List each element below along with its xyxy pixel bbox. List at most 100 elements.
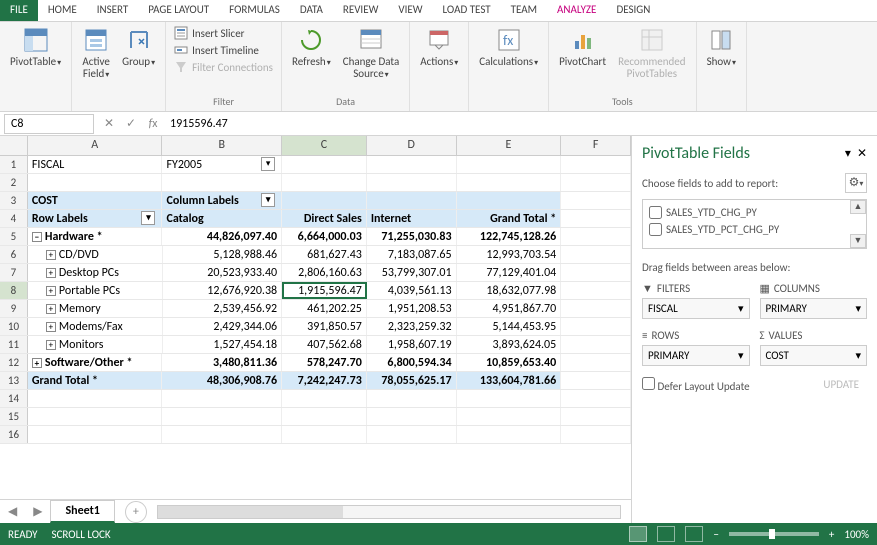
row-header[interactable]: 15 (0, 408, 28, 425)
refresh-button[interactable]: Refresh▾ (286, 24, 337, 71)
cell[interactable]: Grand Total * (28, 372, 163, 389)
columns-area-item[interactable]: PRIMARY▾ (760, 298, 868, 319)
new-sheet-button[interactable]: + (125, 501, 147, 523)
cell[interactable]: +Software/Other * (28, 354, 163, 371)
enter-formula-icon[interactable]: ✓ (120, 116, 142, 131)
sheet-nav-prev-icon[interactable]: ◀ (0, 504, 25, 519)
insert-timeline-button[interactable]: Insert Timeline (174, 43, 273, 57)
scroll-thumb[interactable] (158, 506, 343, 518)
field-checkbox[interactable] (649, 206, 662, 219)
active-field-button[interactable]: Active Field▾ (76, 24, 116, 83)
cell[interactable]: Column Labels ▾ (162, 192, 282, 209)
cell[interactable]: FY2005 ▾ (162, 156, 282, 173)
horizontal-scrollbar[interactable] (157, 505, 621, 519)
actions-button[interactable]: Actions▾ (414, 24, 464, 71)
row-header[interactable]: 9 (0, 300, 28, 317)
column-labels-dropdown-icon[interactable]: ▾ (261, 193, 275, 207)
cancel-formula-icon[interactable]: ✕ (98, 116, 120, 131)
filter-dropdown-icon[interactable]: ▾ (261, 157, 275, 171)
field-item[interactable]: SALES_YTD_CHG_PY (649, 204, 860, 221)
select-all-corner[interactable] (0, 136, 28, 155)
settings-gear-icon[interactable]: ⚙▾ (845, 173, 867, 193)
sheet-nav-next-icon[interactable]: ▶ (25, 504, 50, 519)
pivottable-button[interactable]: PivotTable▾ (4, 24, 67, 71)
expand-icon[interactable]: + (46, 340, 56, 350)
cell[interactable]: +CD/DVD (28, 246, 163, 263)
page-break-view-button[interactable] (685, 526, 703, 542)
row-header[interactable]: 6 (0, 246, 28, 263)
field-checkbox[interactable] (649, 223, 662, 236)
normal-view-button[interactable] (629, 526, 647, 542)
panel-close-icon[interactable]: ✕ (857, 146, 867, 161)
cell[interactable] (457, 156, 562, 173)
pivotchart-button[interactable]: PivotChart (553, 24, 612, 70)
row-header[interactable]: 14 (0, 390, 28, 407)
col-header-a[interactable]: A (28, 136, 163, 155)
tab-load-test[interactable]: LOAD TEST (433, 0, 501, 21)
row-labels-dropdown-icon[interactable]: ▾ (141, 211, 155, 225)
zoom-slider[interactable] (729, 532, 819, 536)
defer-layout-checkbox[interactable]: Defer Layout Update (642, 377, 750, 393)
zoom-out-button[interactable]: − (713, 528, 718, 541)
cell[interactable] (367, 156, 457, 173)
expand-icon[interactable]: + (46, 322, 56, 332)
row-header[interactable]: 8 (0, 282, 28, 299)
selected-cell[interactable]: 1,915,596.47 (282, 282, 367, 299)
col-header-b[interactable]: B (162, 136, 282, 155)
collapse-icon[interactable]: − (32, 232, 42, 242)
col-header-e[interactable]: E (457, 136, 562, 155)
rows-area-item[interactable]: PRIMARY▾ (642, 345, 750, 366)
cell[interactable]: +Memory (28, 300, 163, 317)
zoom-thumb[interactable] (769, 529, 775, 539)
tab-insert[interactable]: INSERT (87, 0, 139, 21)
tab-review[interactable]: REVIEW (333, 0, 389, 21)
tab-page-layout[interactable]: PAGE LAYOUT (138, 0, 219, 21)
insert-slicer-button[interactable]: Insert Slicer (174, 26, 273, 40)
values-area-item[interactable]: COST▾ (760, 345, 868, 366)
cell[interactable]: Catalog (162, 210, 282, 227)
calculations-button[interactable]: fx Calculations▾ (473, 24, 544, 71)
row-header[interactable]: 10 (0, 318, 28, 335)
tab-formulas[interactable]: FORMULAS (219, 0, 290, 21)
fx-icon[interactable]: fx (142, 117, 164, 131)
row-header[interactable]: 7 (0, 264, 28, 281)
row-header[interactable]: 13 (0, 372, 28, 389)
group-button[interactable]: Group▾ (116, 24, 161, 71)
cell[interactable]: −Hardware * (28, 228, 163, 245)
row-header[interactable]: 11 (0, 336, 28, 353)
cell[interactable] (561, 156, 631, 173)
cell[interactable] (282, 156, 367, 173)
tab-analyze[interactable]: ANALYZE (547, 0, 606, 21)
row-header[interactable]: 5 (0, 228, 28, 245)
cell[interactable]: Internet (367, 210, 457, 227)
cell[interactable]: +Portable PCs (28, 282, 163, 299)
expand-icon[interactable]: + (46, 250, 56, 260)
tab-file[interactable]: FILE (0, 0, 38, 21)
scroll-down-icon[interactable]: ▼ (850, 234, 866, 248)
tab-team[interactable]: TEAM (501, 0, 547, 21)
row-header[interactable]: 3 (0, 192, 28, 209)
cell[interactable]: +Monitors (28, 336, 163, 353)
cell[interactable]: +Modems/Fax (28, 318, 163, 335)
col-header-f[interactable]: F (561, 136, 631, 155)
tab-data[interactable]: DATA (290, 0, 333, 21)
cell[interactable]: COST (28, 192, 163, 209)
row-header[interactable]: 4 (0, 210, 28, 227)
tab-view[interactable]: VIEW (388, 0, 432, 21)
expand-icon[interactable]: + (32, 358, 42, 368)
expand-icon[interactable]: + (46, 304, 56, 314)
row-header[interactable]: 1 (0, 156, 28, 173)
row-header[interactable]: 12 (0, 354, 28, 371)
change-data-source-button[interactable]: Change Data Source▾ (337, 24, 406, 83)
cell[interactable]: Direct Sales (282, 210, 367, 227)
cell[interactable]: Grand Total * (457, 210, 562, 227)
show-button[interactable]: Show▾ (701, 24, 742, 71)
tab-home[interactable]: HOME (38, 0, 87, 21)
page-layout-view-button[interactable] (657, 526, 675, 542)
cell[interactable]: Row Labels ▾ (28, 210, 163, 227)
name-box-input[interactable] (4, 114, 94, 134)
zoom-in-button[interactable]: + (829, 528, 834, 541)
scroll-up-icon[interactable]: ▲ (850, 200, 866, 214)
zoom-level[interactable]: 100% (844, 528, 869, 541)
col-header-c[interactable]: C (282, 136, 367, 155)
